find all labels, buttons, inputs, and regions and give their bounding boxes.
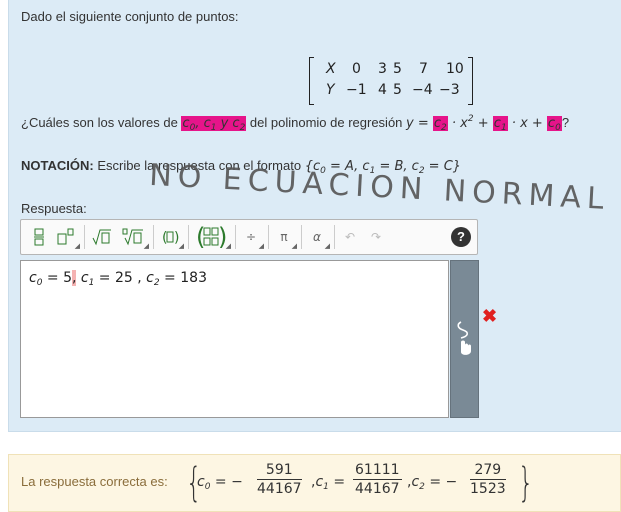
handwriting-hand-icon[interactable] <box>455 318 475 358</box>
incorrect-icon: ✖ <box>482 306 498 326</box>
highlight-c0: c0, c1 y c2 <box>181 116 247 133</box>
correct-c0-label: c0 = − <box>197 474 243 492</box>
toolbar-separator <box>153 225 154 249</box>
question-text: ¿Cuáles son los valores de c0, c1 y c2 d… <box>21 114 569 133</box>
dropdown-arrow-icon: ◢ <box>258 242 264 250</box>
question-panel: Dado el siguiente conjunto de puntos: X … <box>8 0 621 432</box>
correct-c2-den: 1523 <box>470 481 506 497</box>
toolbar-separator <box>84 225 85 249</box>
toolbar-separator <box>334 225 335 249</box>
nth-root-button[interactable]: ◢ <box>118 224 149 250</box>
answer-text: c0 = 5, c1 = 25 , c2 = 183 <box>29 270 207 288</box>
correct-c1-den: 44167 <box>355 481 400 497</box>
divide-icon: ÷ <box>245 230 257 244</box>
dropdown-arrow-icon: ◢ <box>291 242 297 250</box>
pi-icon: π <box>280 230 288 244</box>
correct-answer-label: La respuesta correcta es: <box>21 474 168 489</box>
matrix-button[interactable]: () ◢ <box>192 224 231 250</box>
math-toolbar: ◢ ◢ () ◢ () ◢ ÷ ◢ π ◢ α <box>20 219 478 255</box>
correct-c1-fraction: 61111 44167 <box>353 462 402 497</box>
answer-input[interactable]: c0 = 5, c1 = 25 , c2 = 183 <box>20 260 449 418</box>
matrix-cell: 0 <box>352 61 361 77</box>
dropdown-arrow-icon: ◢ <box>324 242 330 250</box>
correct-c0-den: 44167 <box>257 481 302 497</box>
parentheses-icon: () <box>162 230 179 246</box>
brace-close: } <box>518 460 534 506</box>
correct-c1-label: ,c1 = <box>311 474 346 492</box>
dropdown-arrow-icon: ◢ <box>143 242 149 250</box>
matrix-cell: 7 <box>419 61 428 77</box>
regression-formula: y = c2 · x2 + c1 · x + c0 <box>406 114 562 133</box>
sqrt-icon <box>92 229 111 246</box>
pi-button[interactable]: π ◢ <box>272 224 297 250</box>
notation-label: NOTACIÓN: <box>21 158 94 173</box>
matrix-cell: 4 <box>378 82 387 98</box>
answer-c0-value: 5 <box>63 270 72 286</box>
matrix-label-y: Y <box>326 82 335 98</box>
superscript-icon <box>57 228 74 245</box>
question-prefix: ¿Cuáles son los valores de <box>21 115 182 130</box>
toolbar-separator <box>188 225 189 249</box>
correct-c0-fraction: 591 44167 <box>257 462 302 497</box>
dropdown-arrow-icon: ◢ <box>178 242 184 250</box>
matrix-cell: −3 <box>439 82 460 98</box>
answer-c1-value: 25 <box>114 270 133 286</box>
dropdown-arrow-icon: ◢ <box>74 242 80 250</box>
fraction-button[interactable] <box>27 224 51 250</box>
correct-c2-label: ,c2 = − <box>407 474 458 492</box>
redo-icon: ↷ <box>370 230 382 244</box>
question-middle: del polinomio de regresión <box>246 115 407 130</box>
matrix-cell: 3 <box>378 61 387 77</box>
undo-icon: ↶ <box>344 230 356 244</box>
superscript-button[interactable]: ◢ <box>53 224 80 250</box>
matrix-icon: () <box>196 224 226 250</box>
correct-c0-num: 591 <box>257 462 302 480</box>
question-suffix: ? <box>561 115 570 130</box>
redo-button[interactable]: ↷ <box>364 224 388 250</box>
parentheses-button[interactable]: () ◢ <box>157 224 184 250</box>
question-intro: Dado el siguiente conjunto de puntos: <box>21 9 239 24</box>
greek-button[interactable]: α ◢ <box>305 224 330 250</box>
undo-button[interactable]: ↶ <box>338 224 362 250</box>
nth-root-icon <box>122 228 143 246</box>
matrix-cell: 10 <box>446 61 464 77</box>
toolbar-separator <box>268 225 269 249</box>
correct-c2-fraction: 279 1523 <box>470 462 506 497</box>
matrix-cell: −1 <box>346 82 367 98</box>
matrix-label-x: X <box>326 61 336 77</box>
points-matrix: X 0 3 5 7 10 Y −1 4 5 −4 −3 <box>309 57 473 105</box>
toolbar-separator <box>235 225 236 249</box>
matrix-cell: 5 <box>393 82 402 98</box>
correct-c2-num: 279 <box>470 462 506 480</box>
fraction-icon <box>34 228 44 246</box>
divide-button[interactable]: ÷ ◢ <box>239 224 264 250</box>
response-label: Respuesta: <box>21 201 87 216</box>
help-button[interactable]: ? <box>451 227 471 247</box>
sqrt-button[interactable] <box>88 224 116 250</box>
alpha-icon: α <box>313 230 321 244</box>
matrix-cell: −4 <box>412 82 433 98</box>
toolbar-separator <box>301 225 302 249</box>
correct-c1-num: 61111 <box>353 462 402 480</box>
answer-c2-value: 183 <box>180 270 207 286</box>
matrix-cell: 5 <box>393 61 402 77</box>
dropdown-arrow-icon: ◢ <box>225 242 231 250</box>
answer-error-mark: , <box>72 270 77 286</box>
correct-answer-panel: La respuesta correcta es: { c0 = − 591 44… <box>8 454 621 512</box>
